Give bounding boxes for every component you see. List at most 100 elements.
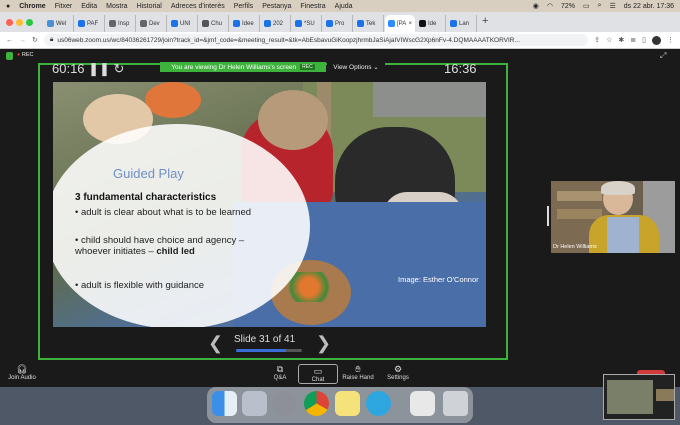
menu-item-history[interactable]: Historial bbox=[137, 3, 162, 10]
browser-tab[interactable]: 202 bbox=[261, 15, 291, 32]
tab-favicon-icon bbox=[202, 20, 209, 27]
tab-favicon-icon bbox=[109, 20, 116, 27]
launchpad-icon[interactable] bbox=[242, 391, 267, 416]
headphones-icon: 🎧︎ bbox=[16, 364, 28, 374]
tab-favicon-icon bbox=[450, 20, 457, 27]
menu-datetime[interactable]: ds 22 abr. 17:36 bbox=[624, 3, 674, 10]
finder-icon[interactable] bbox=[212, 391, 237, 416]
viewing-rec-badge: REC bbox=[300, 64, 315, 70]
window-close-button[interactable] bbox=[6, 19, 13, 26]
menu-item-profiles[interactable]: Perfils bbox=[234, 3, 253, 10]
browser-tab[interactable]: Lan bbox=[447, 15, 477, 32]
menu-app-name[interactable]: Chrome bbox=[19, 3, 45, 10]
fullscreen-icon[interactable]: ⤢ bbox=[660, 51, 666, 61]
control-center-icon[interactable]: ☰ bbox=[610, 2, 616, 10]
raise-hand-label: Raise Hand bbox=[342, 375, 374, 381]
image-credit: Image: Esther O'Connor bbox=[398, 275, 479, 284]
forward-arrow-icon[interactable]: → bbox=[19, 37, 26, 44]
tab-label: Wel bbox=[56, 20, 67, 27]
browser-tab[interactable]: Chu bbox=[199, 15, 229, 32]
kebab-menu-icon[interactable]: ⋮ bbox=[667, 36, 674, 44]
menu-item-window[interactable]: Finestra bbox=[300, 3, 325, 10]
zoom-status-icon[interactable]: ◉ bbox=[533, 2, 539, 10]
system-settings-icon[interactable] bbox=[272, 391, 297, 416]
photo-orange-hat bbox=[145, 82, 201, 118]
browser-tab[interactable]: Ide bbox=[416, 15, 446, 32]
tab-favicon-icon bbox=[140, 20, 147, 27]
reading-list-icon[interactable]: ≣ bbox=[630, 36, 636, 44]
address-bar[interactable]: 🔒︎ us06web.zoom.us/wc/84036261729/join?t… bbox=[43, 34, 589, 46]
raise-hand-button[interactable]: ✋︎ Raise Hand bbox=[338, 364, 378, 381]
search-icon[interactable]: ⌕ bbox=[598, 2, 602, 10]
tab-label: [PA bbox=[397, 20, 407, 27]
browser-tab[interactable]: Insp bbox=[106, 15, 136, 32]
settings-button[interactable]: ⚙ Settings bbox=[378, 364, 418, 381]
menu-item-edit[interactable]: Edita bbox=[81, 3, 97, 10]
view-options-button[interactable]: View Options ⌄ bbox=[327, 62, 385, 72]
browser-tab[interactable]: Idee bbox=[230, 15, 260, 32]
menu-item-file[interactable]: Fitxer bbox=[55, 3, 73, 10]
telegram-icon[interactable] bbox=[366, 391, 391, 416]
tab-favicon-icon bbox=[47, 20, 54, 27]
battery-percent[interactable]: 72% bbox=[561, 3, 575, 10]
chrome-icon[interactable] bbox=[304, 391, 329, 416]
chat-button[interactable]: ▭ Chat bbox=[298, 364, 338, 384]
slide-counter: Slide 31 of 41 bbox=[234, 334, 296, 345]
participant-name-label: Dr Helen Williams bbox=[553, 244, 597, 250]
slide-subtitle: 3 fundamental characteristics bbox=[75, 192, 217, 203]
browser-tab[interactable]: Dev bbox=[137, 15, 167, 32]
macos-menu-bar: ● Chrome Fitxer Edita Mostra Historial A… bbox=[0, 0, 680, 12]
window-minimize-button[interactable] bbox=[16, 19, 23, 26]
video-panel-handle[interactable] bbox=[547, 206, 549, 226]
tab-favicon-icon bbox=[233, 20, 240, 27]
recent-document-icon[interactable] bbox=[410, 391, 435, 416]
tab-favicon-icon bbox=[419, 20, 426, 27]
extensions-icon[interactable]: ✱ bbox=[618, 36, 624, 44]
sidebar-icon[interactable]: ▯ bbox=[642, 36, 646, 44]
address-url: us06web.zoom.us/wc/84036261729/join?trac… bbox=[57, 36, 520, 44]
recording-badge[interactable]: ● REC bbox=[17, 52, 33, 58]
tab-favicon-icon bbox=[357, 20, 364, 27]
close-icon[interactable]: × bbox=[408, 21, 412, 27]
video-person-shirt bbox=[607, 217, 639, 253]
new-tab-button[interactable]: + bbox=[478, 15, 492, 32]
battery-icon[interactable]: ▭ bbox=[583, 2, 590, 10]
participant-video-tile[interactable] bbox=[551, 181, 675, 253]
floating-meeting-thumbnail[interactable] bbox=[603, 374, 675, 420]
menu-item-bookmarks[interactable]: Adreces d'interès bbox=[171, 3, 225, 10]
browser-tab[interactable]: PAF bbox=[75, 15, 105, 32]
browser-tab[interactable]: Wel bbox=[44, 15, 74, 32]
browser-tab[interactable]: Tek bbox=[354, 15, 384, 32]
apple-icon[interactable]: ● bbox=[6, 3, 10, 10]
trash-icon[interactable] bbox=[443, 391, 468, 416]
bookmark-star-icon[interactable]: ☆ bbox=[606, 36, 612, 44]
video-shelf-row bbox=[557, 191, 602, 201]
reload-icon[interactable]: ↻ bbox=[32, 36, 38, 44]
viewing-screen-banner: You are viewing Dr Helen Williams's scre… bbox=[160, 62, 326, 72]
tab-label: Lan bbox=[459, 20, 470, 27]
previous-slide-button[interactable]: ❮ bbox=[208, 333, 223, 354]
join-audio-button[interactable]: 🎧︎ Join Audio bbox=[2, 364, 42, 381]
browser-tab-active[interactable]: [PA × bbox=[385, 15, 415, 32]
tab-favicon-icon bbox=[78, 20, 85, 27]
notes-icon[interactable] bbox=[335, 391, 360, 416]
menu-item-view[interactable]: Mostra bbox=[106, 3, 127, 10]
video-person-hair bbox=[601, 181, 635, 195]
profile-avatar[interactable] bbox=[652, 35, 661, 45]
wifi-icon[interactable]: ◠ bbox=[547, 2, 553, 10]
browser-tab[interactable]: UNI bbox=[168, 15, 198, 32]
slide-progress-fill bbox=[236, 349, 286, 352]
browser-tab[interactable]: Pro bbox=[323, 15, 353, 32]
bullet-bold-text: child led bbox=[156, 246, 195, 257]
menu-item-tab[interactable]: Pestanya bbox=[262, 3, 291, 10]
menu-item-help[interactable]: Ajuda bbox=[335, 3, 353, 10]
window-zoom-button[interactable] bbox=[26, 19, 33, 26]
next-slide-button[interactable]: ❯ bbox=[316, 333, 331, 354]
qa-button[interactable]: ⧉ Q&A bbox=[260, 364, 300, 381]
join-audio-label: Join Audio bbox=[8, 375, 36, 381]
share-icon[interactable]: ⇪ bbox=[594, 36, 600, 44]
shield-icon[interactable] bbox=[6, 52, 13, 60]
browser-tab[interactable]: *SU bbox=[292, 15, 322, 32]
back-arrow-icon[interactable]: ← bbox=[6, 37, 13, 44]
tab-favicon-icon bbox=[388, 20, 395, 27]
